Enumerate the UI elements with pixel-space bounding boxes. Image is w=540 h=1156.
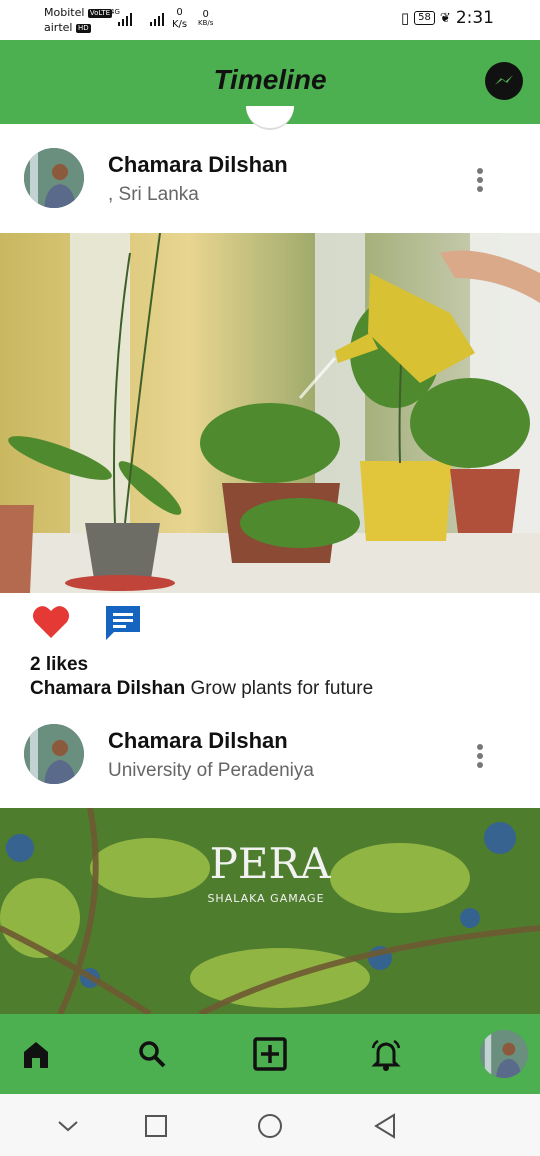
post-image-2: PERA SHALAKA GAMAGE — [0, 808, 540, 1014]
home-circle-icon[interactable] — [256, 1112, 284, 1140]
more-options-icon[interactable] — [470, 166, 490, 194]
messenger-icon[interactable] — [485, 62, 523, 100]
carrier-1: Mobitel — [44, 6, 85, 19]
status-right: ▯ 58 ❦ 2:31 — [401, 8, 494, 28]
net-speed: 0 K/s — [172, 7, 187, 31]
net-speed-value: 0 — [176, 7, 183, 18]
net-speed-unit-2: KB/s — [198, 19, 214, 27]
leaf-icon: ❦ — [439, 10, 451, 26]
back-icon[interactable] — [372, 1112, 400, 1140]
pull-refresh-indicator — [246, 106, 294, 130]
post-username[interactable]: Chamara Dilshan — [108, 152, 288, 178]
notifications-icon[interactable] — [368, 1036, 404, 1072]
net-speed-2: 0 KB/s — [198, 10, 213, 28]
watermark-title: PERA — [210, 839, 332, 888]
recents-icon[interactable] — [142, 1112, 170, 1140]
likes-count: 2 likes — [30, 654, 89, 675]
post-actions — [0, 604, 540, 644]
clock: 2:31 — [455, 8, 494, 28]
post-header-2: Chamara Dilshan University of Peradeniya — [0, 710, 540, 800]
more-options-icon[interactable] — [470, 742, 490, 770]
profile-avatar[interactable] — [480, 1030, 528, 1078]
home-icon[interactable] — [18, 1036, 54, 1072]
caption-username[interactable]: Chamara Dilshan — [30, 678, 185, 699]
avatar[interactable] — [24, 148, 84, 208]
net-speed-value-2: 0 — [202, 9, 209, 20]
carrier-2: airtel — [44, 21, 73, 34]
search-icon[interactable] — [134, 1036, 170, 1072]
comment-icon[interactable] — [104, 604, 142, 647]
add-post-icon[interactable] — [252, 1036, 288, 1072]
collapse-icon[interactable] — [54, 1112, 82, 1140]
avatar[interactable] — [24, 724, 84, 784]
like-icon[interactable] — [32, 604, 70, 645]
signal-icon — [118, 10, 132, 26]
signal-icon-2 — [150, 10, 164, 26]
volte-badge: VoLTE — [87, 8, 113, 18]
vibrate-icon: ▯ — [400, 9, 410, 27]
post-location: , Sri Lanka — [108, 184, 199, 205]
battery-icon: 58 — [414, 11, 435, 25]
post-username[interactable]: Chamara Dilshan — [108, 728, 288, 754]
post-header: Chamara Dilshan , Sri Lanka — [0, 134, 540, 224]
post-location: University of Peradeniya — [108, 760, 314, 781]
page-title: Timeline — [213, 64, 327, 95]
bottom-nav — [0, 1014, 540, 1094]
status-bar: Mobitel VoLTE airtel HD 4G 0 K/s 0 KB/s … — [0, 0, 540, 40]
post-image — [0, 233, 540, 593]
hd-badge: HD — [75, 23, 91, 33]
system-nav-bar — [0, 1094, 540, 1156]
carrier-info: Mobitel VoLTE airtel HD — [44, 5, 113, 35]
post-caption: Chamara Dilshan Grow plants for future — [30, 678, 373, 700]
caption-text: Grow plants for future — [190, 678, 374, 699]
net-speed-unit: K/s — [172, 19, 188, 30]
watermark-subtitle: SHALAKA GAMAGE — [207, 892, 324, 905]
